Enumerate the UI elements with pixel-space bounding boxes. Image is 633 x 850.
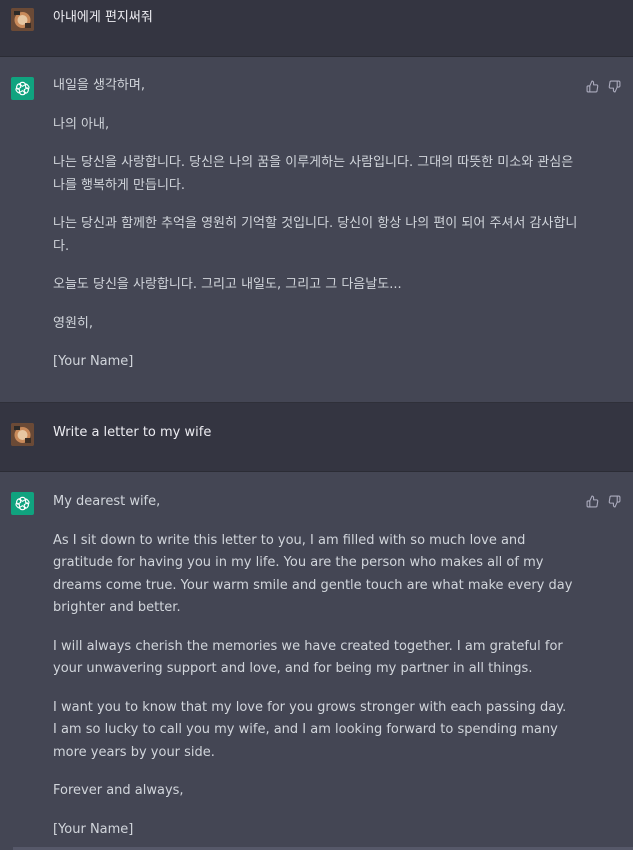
message-paragraph: 내일을 생각하며, [53,78,145,93]
user-avatar-photo [11,423,34,446]
user-avatar [11,423,34,446]
message-paragraph: 오늘도 당신을 사랑합니다. 그리고 내일도, 그리고 그 다음날도... [53,277,402,292]
thumbs-down-button[interactable] [607,494,621,508]
assistant-message-row: My dearest wife, As I sit down to write … [0,472,633,850]
message-paragraph: 나는 당신과 함께한 추억을 영원히 기억할 것입니다. 당신이 항상 나의 편… [53,216,578,254]
user-message-row: Write a letter to my wife [0,403,633,472]
message-paragraph: Forever and always, [53,783,184,798]
message-paragraph: [Your Name] [53,821,134,837]
thumbs-down-icon [608,80,620,92]
thumbs-up-button[interactable] [585,79,599,93]
thumbs-up-icon [586,80,598,92]
user-message-text: Write a letter to my wife [53,425,212,440]
thumbs-down-icon [608,495,620,507]
conversation-thread: 아내에게 편지써줘 내일을 생각하며, 나의 아내, 나는 당신을 사랑합니다.… [0,0,633,850]
assistant-message-text: My dearest wife, As I sit down to write … [53,491,573,850]
message-paragraph: 나의 아내, [53,116,110,132]
message-paragraph: 나는 당신을 사랑합니다. 당신은 나의 꿈을 이루게하는 사람입니다. 그대의… [53,155,574,193]
thumbs-up-icon [586,495,598,507]
thumbs-up-button[interactable] [585,494,599,508]
message-paragraph: [Your Name] [53,354,134,369]
feedback-buttons [585,79,621,93]
assistant-avatar [11,492,34,515]
thumbs-down-button[interactable] [607,79,621,93]
assistant-avatar [11,77,34,100]
user-message-text: 아내에게 편지써줘 [53,10,153,25]
message-paragraph: I want you to know that my love for you … [53,699,567,760]
assistant-message-text: 내일을 생각하며, 나의 아내, 나는 당신을 사랑합니다. 당신은 나의 꿈을… [53,75,583,390]
openai-logo-icon [15,81,30,96]
user-message-row: 아내에게 편지써줘 [0,0,633,57]
message-paragraph: 영원히, [53,315,94,331]
user-avatar [11,8,34,31]
openai-logo-icon [15,496,30,511]
user-avatar-photo [11,8,34,31]
assistant-message-row: 내일을 생각하며, 나의 아내, 나는 당신을 사랑합니다. 당신은 나의 꿈을… [0,57,633,403]
message-paragraph: I will always cherish the memories we ha… [53,638,563,677]
message-paragraph: My dearest wife, [53,494,161,509]
message-paragraph: As I sit down to write this letter to yo… [53,532,573,616]
feedback-buttons [585,494,621,508]
